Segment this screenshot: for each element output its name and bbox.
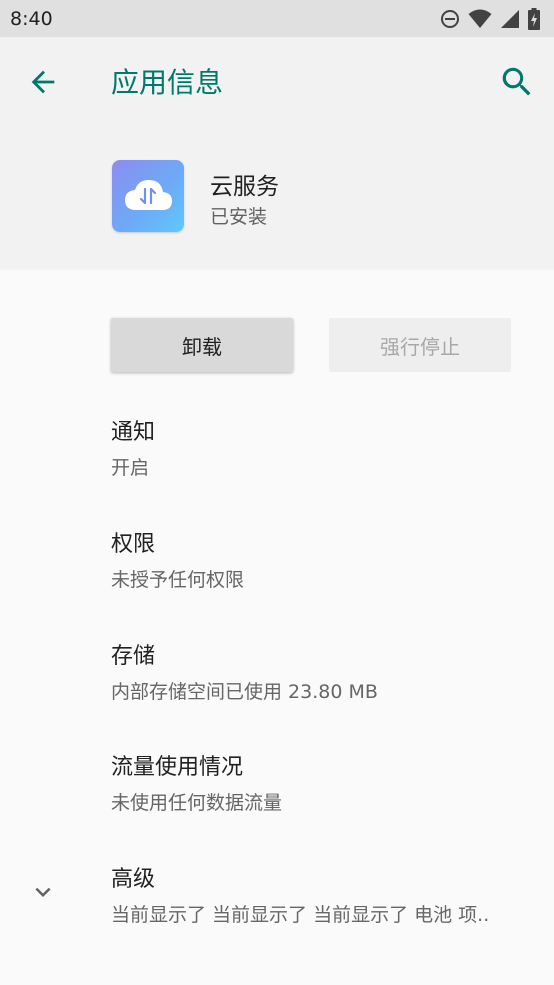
back-arrow-icon[interactable] (26, 65, 60, 99)
list-item-data-usage[interactable]: 流量使用情况 未使用任何数据流量 (111, 749, 541, 815)
list-item-title: 流量使用情况 (111, 755, 244, 780)
cloud-sync-icon (125, 180, 172, 210)
list-item-summary: 开启 (111, 457, 150, 479)
status-icons (440, 7, 540, 30)
page-title: 应用信息 (111, 66, 224, 99)
uninstall-button[interactable]: 卸载 (111, 318, 293, 372)
list-item-summary: 未使用任何数据流量 (111, 792, 283, 814)
search-icon[interactable] (498, 63, 536, 101)
app-bar: 应用信息 (0, 37, 554, 127)
list-item-title: 权限 (111, 532, 156, 557)
battery-charging-icon (528, 7, 540, 30)
cell-signal-icon (501, 9, 519, 28)
list-item-title: 存储 (111, 644, 156, 669)
chevron-down-icon[interactable] (28, 877, 58, 907)
status-bar: 8:40 (0, 0, 554, 37)
list-item-summary: 未授予任何权限 (111, 569, 245, 591)
do-not-disturb-icon (441, 9, 459, 28)
force-stop-button: 强行停止 (329, 318, 511, 372)
app-icon (112, 160, 184, 232)
list-item-storage[interactable]: 存储 内部存储空间已使用 23.80 MB (111, 638, 541, 704)
list-item-advanced[interactable]: 高级 当前显示了 当前显示了 当前显示了 电池 项.. (111, 861, 541, 927)
list-item-notifications[interactable]: 通知 开启 (111, 414, 541, 480)
list-item-summary: 当前显示了 当前显示了 当前显示了 电池 项.. (111, 904, 490, 926)
list-item-title: 高级 (111, 867, 156, 892)
list-item-permissions[interactable]: 权限 未授予任何权限 (111, 526, 541, 592)
app-header: 云服务 已安装 (0, 127, 554, 270)
wifi-icon (468, 9, 492, 28)
list-item-title: 通知 (111, 420, 156, 445)
status-time: 8:40 (10, 7, 53, 30)
app-name: 云服务 (210, 174, 279, 200)
app-install-status: 已安装 (210, 206, 268, 228)
list-item-summary: 内部存储空间已使用 23.80 MB (111, 681, 378, 703)
